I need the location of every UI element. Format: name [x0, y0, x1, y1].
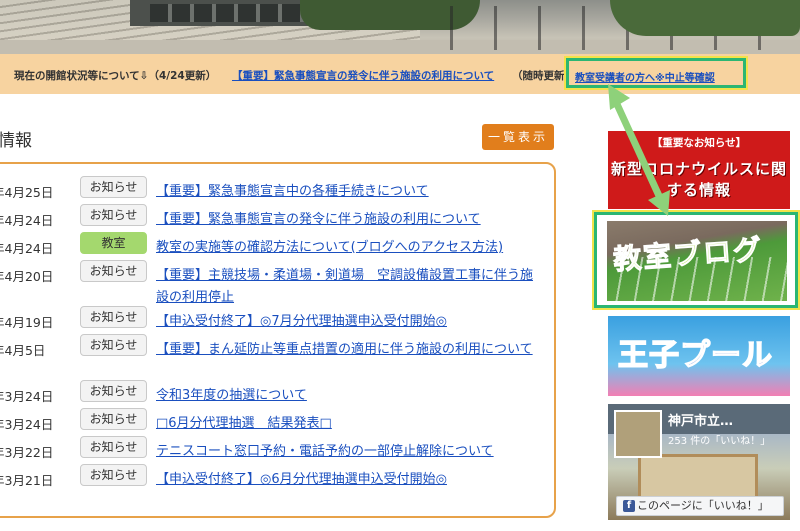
- news-list: 年4月25日 お知らせ 【重要】緊急事態宣言中の各種手続きについて 年4月24日…: [0, 162, 556, 518]
- list-all-button[interactable]: 一覧表示: [482, 124, 554, 150]
- oji-pool-banner[interactable]: 王子プール: [608, 316, 790, 396]
- facebook-like-button[interactable]: f このページに「いいね！」: [616, 496, 784, 516]
- item-date: 年4月20日: [0, 269, 54, 284]
- facebook-widget: 神戸市立… 253 件の「いいね！」 f このページに「いいね！」: [608, 404, 790, 520]
- category-badge: お知らせ: [80, 408, 147, 430]
- item-title-link[interactable]: 【申込受付終了】◎6月分代理抽選申込受付開始◎: [156, 469, 536, 491]
- item-title-link[interactable]: 【重要】まん延防止等重点措置の適用に伴う施設の利用について: [156, 339, 536, 361]
- item-title-link[interactable]: 【申込受付終了】◎7月分代理抽選申込受付開始◎: [156, 311, 536, 333]
- facebook-like-count: 253 件の「いいね！」: [668, 436, 771, 447]
- item-date: 年3月24日: [0, 417, 54, 432]
- item-date: 年3月21日: [0, 473, 54, 488]
- item-date: 年4月19日: [0, 315, 54, 330]
- item-date: 年3月24日: [0, 389, 54, 404]
- facebook-page-name[interactable]: 神戸市立…: [668, 410, 733, 429]
- item-date: 年4月24日: [0, 213, 54, 228]
- item-title-link[interactable]: 【重要】主競技場・柔道場・剣道場 空調設備設置工事に伴う施設の利用停止: [156, 265, 536, 309]
- like-button-label: このページに「いいね！」: [637, 499, 769, 512]
- item-title-link[interactable]: 【重要】緊急事態宣言中の各種手続きについて: [156, 181, 536, 203]
- item-title-link[interactable]: テニスコート窓口予約・電話予約の一部停止解除について: [156, 441, 536, 463]
- notice-bar: 現在の開館状況等について⇩（4/24更新） 【重要】緊急事態宣言の発令に伴う施設…: [0, 54, 800, 94]
- category-badge: お知らせ: [80, 260, 147, 282]
- facebook-page-avatar[interactable]: [614, 410, 662, 458]
- category-badge: お知らせ: [80, 176, 147, 198]
- item-title-link[interactable]: 【重要】緊急事態宣言の発令に伴う施設の利用について: [156, 209, 536, 231]
- item-date: 年4月5日: [0, 343, 46, 358]
- notice-link-emergency[interactable]: 【重要】緊急事態宣言の発令に伴う施設の利用について: [232, 70, 494, 82]
- item-title-link[interactable]: 令和3年度の抽選について: [156, 385, 536, 407]
- category-badge: お知らせ: [80, 306, 147, 328]
- pool-banner-text: 王子プール: [617, 337, 773, 374]
- category-badge: 教室: [80, 232, 147, 254]
- section-title: 情報: [0, 131, 32, 151]
- category-badge: お知らせ: [80, 380, 147, 402]
- blog-banner-highlight: 教室ブログ: [592, 210, 800, 310]
- item-title-link[interactable]: 教室の実施等の確認方法について(ブログへのアクセス方法): [156, 237, 536, 259]
- facebook-icon: f: [623, 500, 635, 512]
- notice-lead: 現在の開館状況等について⇩（4/24更新）: [14, 70, 217, 82]
- double-arrow-icon: [608, 84, 670, 216]
- category-badge: お知らせ: [80, 436, 147, 458]
- item-title-link[interactable]: □6月分代理抽選 結果発表□: [156, 413, 536, 435]
- category-badge: お知らせ: [80, 334, 147, 356]
- category-badge: お知らせ: [80, 464, 147, 486]
- class-blog-banner[interactable]: 教室ブログ: [607, 221, 787, 301]
- item-date: 年4月25日: [0, 185, 54, 200]
- item-date: 年4月24日: [0, 241, 54, 256]
- header-photo: [0, 0, 800, 54]
- category-badge: お知らせ: [80, 204, 147, 226]
- page: 現在の開館状況等について⇩（4/24更新） 【重要】緊急事態宣言の発令に伴う施設…: [0, 0, 800, 531]
- item-date: 年3月22日: [0, 445, 54, 460]
